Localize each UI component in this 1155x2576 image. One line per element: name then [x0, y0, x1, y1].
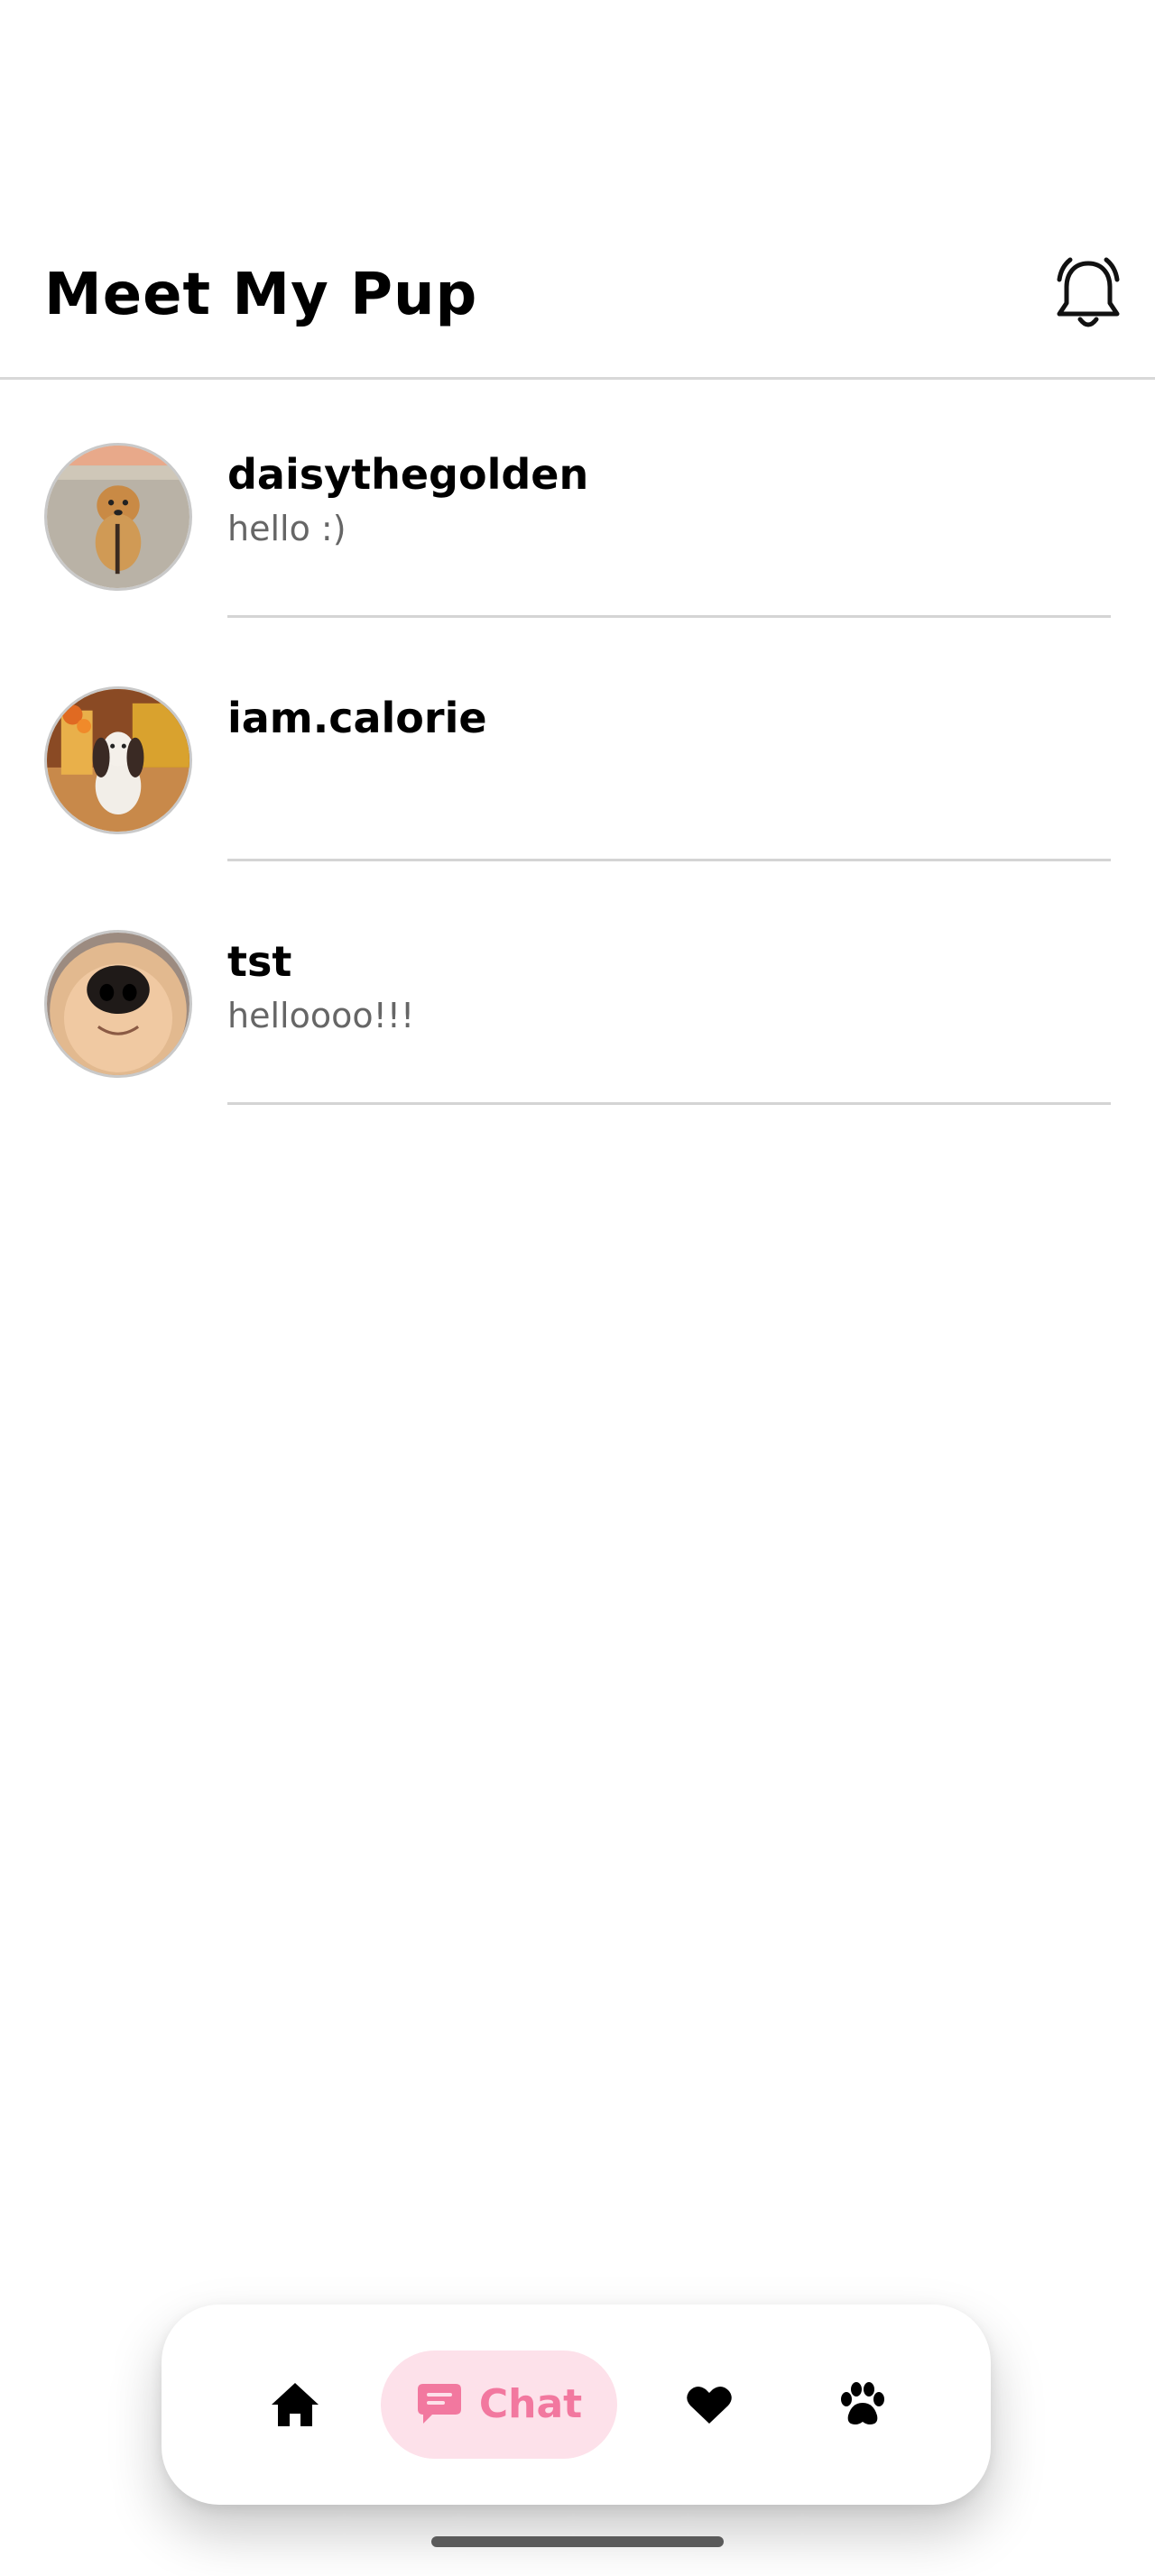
chat-name: tst: [227, 937, 292, 986]
tab-chat-label: Chat: [478, 2381, 583, 2427]
tab-chat[interactable]: Chat: [381, 2351, 617, 2459]
page-title: Meet My Pup: [44, 262, 478, 328]
heart-icon[interactable]: [678, 2373, 741, 2436]
home-indicator: [431, 2536, 724, 2547]
bell-icon[interactable]: [1047, 253, 1130, 336]
avatar[interactable]: [44, 443, 192, 591]
divider: [227, 615, 1111, 618]
chat-row[interactable]: daisythegolden hello :): [0, 380, 1155, 623]
chat-name: daisythegolden: [227, 450, 589, 499]
chat-name: iam.calorie: [227, 694, 487, 742]
chat-preview: hello :): [227, 509, 346, 548]
divider: [227, 859, 1111, 861]
avatar[interactable]: [44, 930, 192, 1078]
home-icon[interactable]: [263, 2373, 327, 2436]
chat-row[interactable]: tst helloooo!!!: [0, 867, 1155, 1110]
avatar[interactable]: [44, 686, 192, 834]
chat-preview: helloooo!!!: [227, 996, 415, 1035]
paw-icon[interactable]: [831, 2373, 894, 2436]
chat-icon: [417, 2384, 461, 2424]
app-header: Meet My Pup: [0, 0, 1155, 380]
divider: [227, 1102, 1111, 1105]
bottom-nav: Chat: [162, 2305, 991, 2505]
chat-list: daisythegolden hello :) iam.calorie tst …: [0, 380, 1155, 1110]
chat-row[interactable]: iam.calorie: [0, 623, 1155, 867]
